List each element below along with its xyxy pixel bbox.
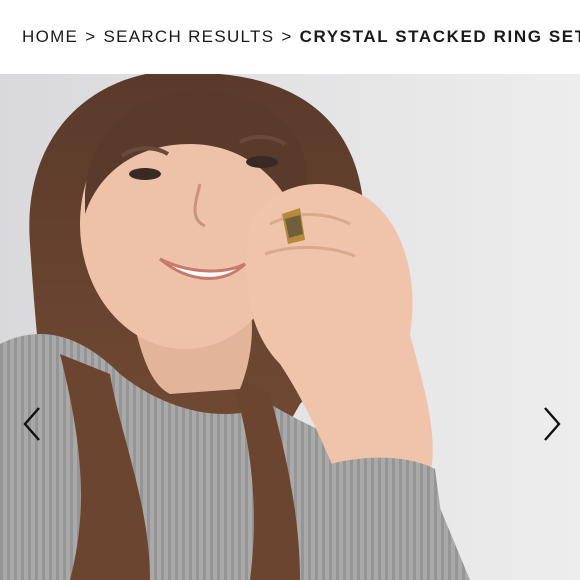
breadcrumb: HOME > SEARCH RESULTS > CRYSTAL STACKED …: [0, 0, 580, 74]
product-image-gallery[interactable]: [0, 74, 580, 580]
breadcrumb-search-results-link[interactable]: SEARCH RESULTS: [103, 27, 274, 47]
product-photo: [0, 74, 580, 580]
breadcrumb-current-page: CRYSTAL STACKED RING SET: [299, 27, 580, 46]
previous-image-button[interactable]: [14, 402, 50, 446]
next-image-button[interactable]: [534, 402, 570, 446]
breadcrumb-home-link[interactable]: HOME: [22, 27, 78, 47]
chevron-right-icon: [544, 407, 561, 441]
chevron-left-icon: [23, 407, 40, 441]
product-page: HOME > SEARCH RESULTS > CRYSTAL STACKED …: [0, 0, 580, 580]
breadcrumb-separator: >: [85, 27, 97, 46]
breadcrumb-separator: >: [281, 27, 293, 46]
